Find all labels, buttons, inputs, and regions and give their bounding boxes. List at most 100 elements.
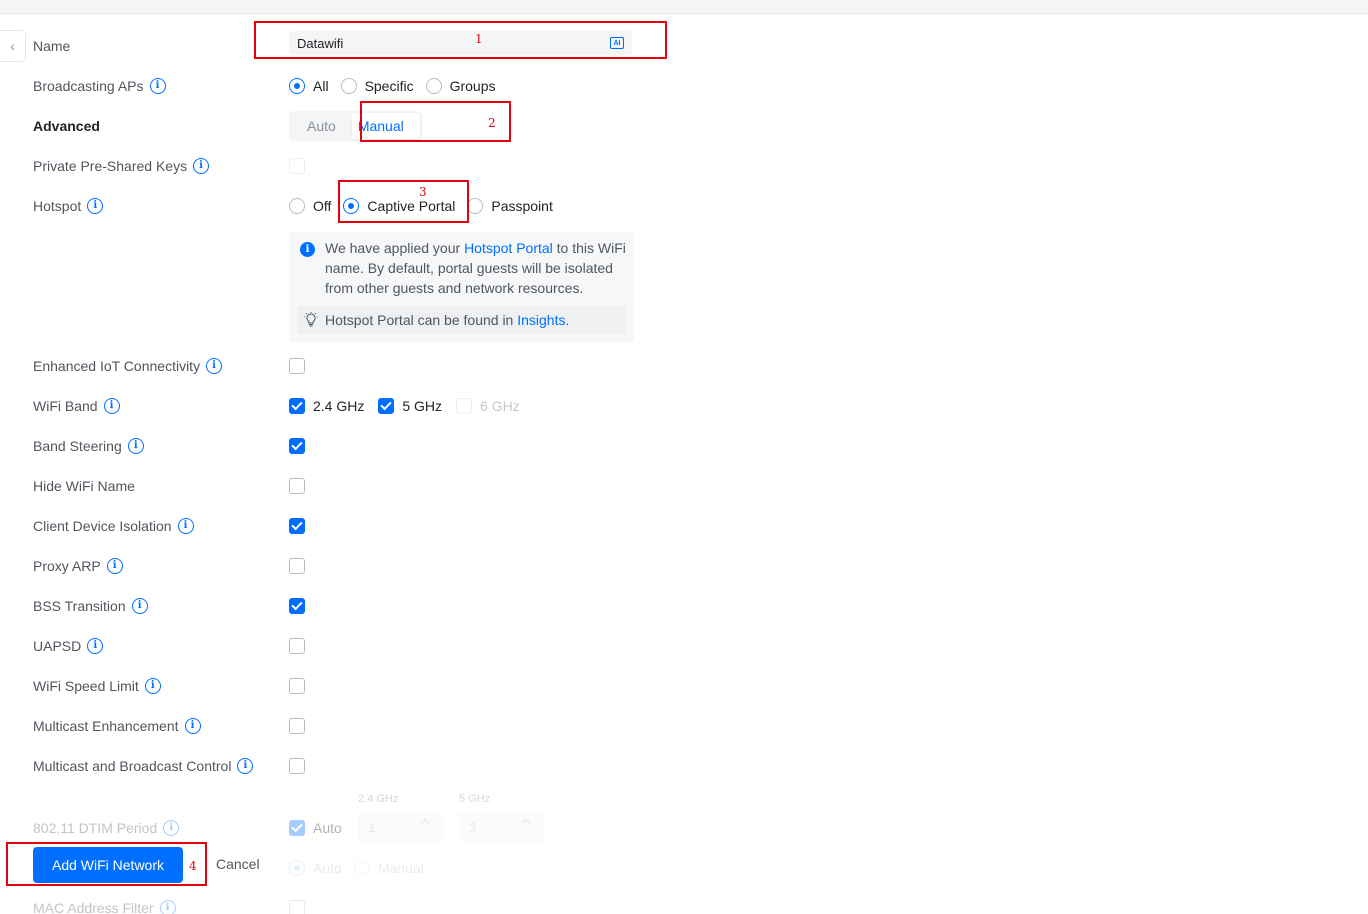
multicast-broadcast-row: Multicast and Broadcast Control i xyxy=(0,746,1368,786)
enhanced-iot-checkbox[interactable] xyxy=(289,358,305,374)
lightbulb-icon xyxy=(304,312,318,327)
band-24-checkbox[interactable] xyxy=(289,398,305,414)
bss-transition-label: BSS Transition xyxy=(33,598,126,614)
name-row: Name xyxy=(0,26,1368,66)
info-icon[interactable]: i xyxy=(106,558,123,574)
cancel-button[interactable]: Cancel xyxy=(216,856,260,872)
dtim-auto-label: Auto xyxy=(313,820,342,836)
multicast-enhancement-checkbox[interactable] xyxy=(289,718,305,734)
annotation-number-3: 3 xyxy=(419,185,427,199)
info-icon[interactable]: i xyxy=(131,598,148,614)
advanced-label: Advanced xyxy=(33,118,100,134)
speed-limit-row: WiFi Speed Limit i xyxy=(0,666,1368,706)
dtim-24-col-label: 2.4 GHz xyxy=(358,793,399,805)
radio-hotspot-off[interactable]: Off xyxy=(289,198,331,214)
info-icon[interactable]: i xyxy=(163,820,180,836)
band-5-label: 5 GHz xyxy=(402,398,443,414)
uapsd-row: UAPSD i xyxy=(0,626,1368,666)
radio-dot[interactable] xyxy=(353,860,370,876)
dtim-label: 802.11 DTIM Period xyxy=(33,820,158,836)
proxy-arp-row: Proxy ARP i xyxy=(0,546,1368,586)
hide-wifi-name-row: Hide WiFi Name xyxy=(0,466,1368,506)
annotation-number-4: 4 xyxy=(189,859,197,873)
info-icon[interactable]: i xyxy=(87,198,104,214)
private-psk-label: Private Pre-Shared Keys xyxy=(33,158,188,174)
band-steering-checkbox[interactable] xyxy=(289,438,305,454)
annotation-number-2: 2 xyxy=(488,116,496,130)
dtim-5-input[interactable]: 3 xyxy=(459,812,545,842)
hotspot-portal-link[interactable]: Hotspot Portal xyxy=(464,240,553,256)
dtim-auto-checkbox[interactable] xyxy=(289,820,305,836)
info-icon[interactable]: i xyxy=(177,518,194,534)
info-icon[interactable]: i xyxy=(159,900,176,914)
radio-dot[interactable] xyxy=(425,78,442,94)
radio-groups[interactable]: Groups xyxy=(425,78,496,94)
bss-transition-checkbox[interactable] xyxy=(289,598,305,614)
speed-limit-checkbox[interactable] xyxy=(289,678,305,694)
info-icon[interactable]: i xyxy=(206,358,223,374)
bss-transition-row: BSS Transition i xyxy=(0,586,1368,626)
hotspot-notice: i We have applied your Hotspot Portal to… xyxy=(289,232,634,342)
broadcasting-aps-row: Broadcasting APs i All Specific Groups xyxy=(0,66,1368,106)
uapsd-checkbox[interactable] xyxy=(289,638,305,654)
chevron-up-icon[interactable] xyxy=(521,818,531,828)
radio-dot[interactable] xyxy=(340,78,357,94)
enhanced-iot-label: Enhanced IoT Connectivity xyxy=(33,358,201,374)
info-icon[interactable]: i xyxy=(127,438,144,454)
private-psk-checkbox[interactable] xyxy=(289,158,305,174)
advanced-row: Advanced Auto Manual xyxy=(0,106,1368,146)
info-icon[interactable]: i xyxy=(149,78,166,94)
proxy-arp-label: Proxy ARP xyxy=(33,558,101,574)
proxy-arp-checkbox[interactable] xyxy=(289,558,305,574)
band-6-label: 6 GHz xyxy=(480,398,520,414)
tab-auto[interactable]: Auto xyxy=(291,113,352,139)
radio-mode-manual[interactable]: Manual xyxy=(353,860,424,876)
mac-filter-checkbox[interactable] xyxy=(289,900,305,914)
annotation-box-3 xyxy=(338,180,469,223)
info-icon[interactable]: i xyxy=(184,718,201,734)
hide-wifi-name-label: Hide WiFi Name xyxy=(33,478,135,494)
dtim-5-col-label: 5 GHz xyxy=(459,793,491,805)
top-bar xyxy=(0,0,1368,14)
broadcasting-aps-label: Broadcasting APs xyxy=(33,78,144,94)
annotation-box-4 xyxy=(6,842,207,886)
band-steering-row: Band Steering i xyxy=(0,426,1368,466)
annotation-number-1: 1 xyxy=(475,32,483,46)
info-icon[interactable]: i xyxy=(87,638,104,654)
enhanced-iot-row: Enhanced IoT Connectivity i xyxy=(0,346,1368,386)
name-label: Name xyxy=(33,38,71,54)
annotation-box-1 xyxy=(254,21,667,59)
info-icon[interactable]: i xyxy=(237,758,254,774)
chevron-up-icon[interactable] xyxy=(420,818,430,828)
hotspot-label: Hotspot xyxy=(33,198,82,214)
radio-specific[interactable]: Specific xyxy=(340,78,414,94)
hide-wifi-name-checkbox[interactable] xyxy=(289,478,305,494)
multicast-broadcast-label: Multicast and Broadcast Control xyxy=(33,758,232,774)
multicast-broadcast-checkbox[interactable] xyxy=(289,758,305,774)
insights-tip: Hotspot Portal can be found in Insights. xyxy=(297,306,626,334)
radio-mode-auto[interactable]: Auto xyxy=(289,860,342,876)
client-isolation-row: Client Device Isolation i xyxy=(0,506,1368,546)
mac-filter-row: MAC Address Filter i xyxy=(0,888,1368,914)
info-icon[interactable]: i xyxy=(193,158,210,174)
speed-limit-label: WiFi Speed Limit xyxy=(33,678,139,694)
radio-dot[interactable] xyxy=(289,198,305,214)
radio-dot[interactable] xyxy=(289,860,305,876)
client-isolation-checkbox[interactable] xyxy=(289,518,305,534)
insights-link[interactable]: Insights xyxy=(517,312,565,328)
multicast-enhancement-label: Multicast Enhancement xyxy=(33,718,179,734)
radio-dot[interactable] xyxy=(467,198,484,214)
band-24-label: 2.4 GHz xyxy=(313,398,365,414)
radio-passpoint[interactable]: Passpoint xyxy=(467,198,553,214)
private-psk-row: Private Pre-Shared Keys i xyxy=(0,146,1368,186)
band-5-checkbox[interactable] xyxy=(378,398,395,414)
hotspot-row: Hotspot i Off Captive Portal Passpoint xyxy=(0,186,1368,226)
radio-dot[interactable] xyxy=(289,78,305,94)
dtim-24-input[interactable]: 1 xyxy=(358,812,444,842)
client-isolation-label: Client Device Isolation xyxy=(33,518,172,534)
radio-all[interactable]: All xyxy=(289,78,329,94)
info-icon[interactable]: i xyxy=(144,678,161,694)
band-6-checkbox xyxy=(456,398,473,414)
info-icon[interactable]: i xyxy=(103,398,120,414)
multicast-enhancement-row: Multicast Enhancement i xyxy=(0,706,1368,746)
